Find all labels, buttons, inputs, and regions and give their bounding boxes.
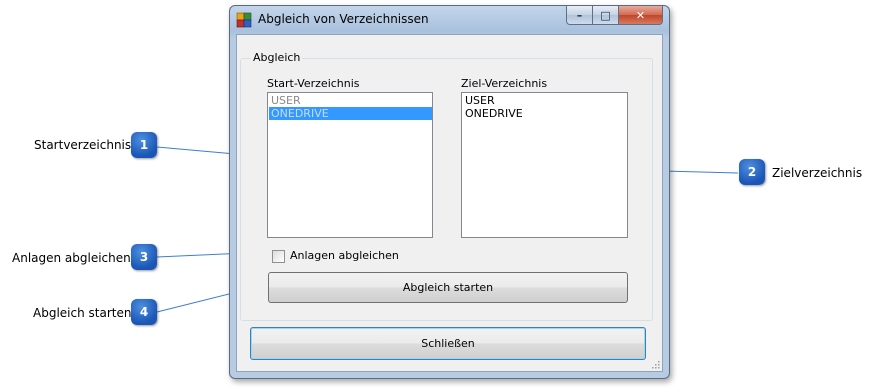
callout-label-4: Abgleich starten	[33, 306, 132, 320]
maximize-button[interactable]: □	[593, 6, 619, 25]
client-area: Abgleich Start-Verzeichnis USER ONEDRIVE…	[236, 34, 663, 372]
target-list-item-onedrive[interactable]: ONEDRIVE	[463, 107, 627, 120]
anlagen-abgleichen-checkbox[interactable]	[272, 250, 285, 263]
start-directory-label: Start-Verzeichnis	[267, 77, 360, 90]
minimize-button[interactable]: –	[566, 6, 593, 25]
callout-label-3: Anlagen abgleichen	[12, 251, 131, 265]
start-list-item-user[interactable]: USER	[269, 94, 432, 107]
callout-badge-3: 3	[131, 244, 157, 270]
abgleich-groupbox: Abgleich Start-Verzeichnis USER ONEDRIVE…	[240, 51, 653, 321]
start-directory-listbox[interactable]: USER ONEDRIVE	[267, 92, 433, 238]
schliessen-label: Schließen	[421, 337, 475, 350]
target-list-item-user[interactable]: USER	[463, 94, 627, 107]
maximize-icon: □	[600, 8, 611, 22]
callout-badge-1: 1	[131, 132, 157, 158]
dialog-window: Abgleich von Verzeichnissen – □ ✕ Abglei…	[229, 5, 670, 379]
callout-badge-4: 4	[131, 299, 157, 325]
app-icon	[236, 12, 252, 28]
minimize-icon: –	[576, 8, 583, 22]
callout-label-1: Startverzeichnis	[34, 138, 132, 152]
start-list-item-onedrive[interactable]: ONEDRIVE	[269, 107, 432, 120]
callout-label-2: Zielverzeichnis	[772, 166, 863, 180]
resize-grip-icon[interactable]	[650, 359, 660, 369]
anlagen-abgleichen-label[interactable]: Anlagen abgleichen	[290, 249, 399, 262]
callout-badge-2: 2	[739, 159, 765, 185]
caption-buttons: – □ ✕	[566, 6, 663, 26]
close-icon: ✕	[635, 8, 646, 22]
abgleich-starten-label: Abgleich starten	[402, 281, 494, 294]
target-directory-listbox[interactable]: USER ONEDRIVE	[461, 92, 628, 238]
target-directory-label: Ziel-Verzeichnis	[461, 77, 548, 90]
window-title: Abgleich von Verzeichnissen	[258, 12, 429, 26]
schliessen-button[interactable]: Schließen	[250, 327, 646, 360]
close-window-button[interactable]: ✕	[619, 6, 663, 25]
groupbox-legend: Abgleich	[251, 51, 303, 64]
abgleich-starten-button[interactable]: Abgleich starten	[268, 272, 628, 303]
